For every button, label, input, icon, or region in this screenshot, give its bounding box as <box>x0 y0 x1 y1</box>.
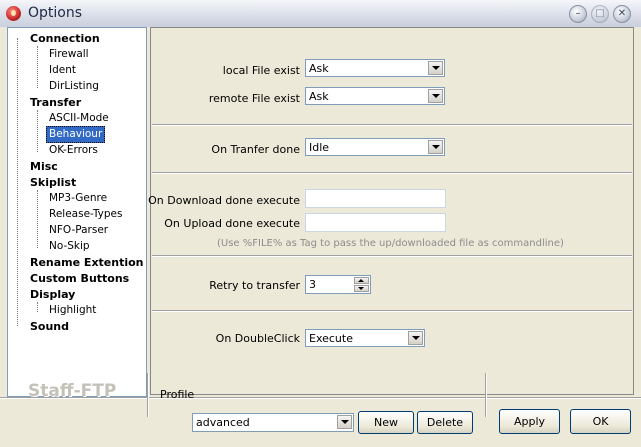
remote-file-exist-value: Ask <box>309 90 329 103</box>
tree-line <box>17 38 18 326</box>
tree-item-highlight[interactable]: Highlight <box>49 303 96 318</box>
on-download-done-input[interactable] <box>305 189 446 208</box>
close-button[interactable]: ✕ <box>613 5 631 23</box>
tree-item-release-types[interactable]: Release-Types <box>49 207 122 222</box>
on-download-done-label: On Download done execute <box>148 194 300 207</box>
tree-item-skiplist[interactable]: Skiplist <box>30 175 76 190</box>
retry-label: Retry to transfer <box>209 279 300 292</box>
on-doubleclick-label: On DoubleClick <box>215 332 300 345</box>
maximize-icon: □ <box>595 8 605 19</box>
tree-item-connection[interactable]: Connection <box>30 31 100 46</box>
local-file-exist-select[interactable]: Ask <box>305 59 445 77</box>
local-file-exist-label: local File exist <box>222 64 300 77</box>
minimize-button[interactable]: – <box>569 5 587 23</box>
maximize-button[interactable]: □ <box>591 5 609 23</box>
new-profile-button[interactable]: New <box>358 411 414 434</box>
options-tree[interactable]: Connection Firewall Ident DirListing Tra… <box>7 27 147 397</box>
tree-item-no-skip[interactable]: No-Skip <box>49 239 90 254</box>
section-divider <box>152 310 632 312</box>
options-window: Options – □ ✕ Connection Firewall Ident … <box>0 0 641 447</box>
chevron-down-icon[interactable] <box>428 89 443 103</box>
on-transfer-done-select[interactable]: Idle <box>305 138 445 156</box>
retry-value: 3 <box>309 278 316 291</box>
profile-value: advanced <box>196 416 250 429</box>
tree-item-ident[interactable]: Ident <box>49 63 76 78</box>
spinner-buttons <box>354 277 369 292</box>
ok-button[interactable]: OK <box>570 409 631 434</box>
on-upload-done-label: On Upload done execute <box>164 217 300 230</box>
minimize-icon: – <box>575 8 581 19</box>
chevron-down-icon[interactable] <box>428 61 443 75</box>
tree-item-rename-extention[interactable]: Rename Extention <box>30 255 144 270</box>
tree-item-firewall[interactable]: Firewall <box>49 47 89 62</box>
chevron-down-icon[interactable] <box>428 140 443 154</box>
on-doubleclick-select[interactable]: Execute <box>305 329 425 347</box>
title-bar[interactable]: Options – □ ✕ <box>0 0 641 28</box>
remote-file-exist-select[interactable]: Ask <box>305 87 445 105</box>
on-transfer-done-label: On Tranfer done <box>211 143 300 156</box>
chevron-down-icon[interactable] <box>337 415 352 429</box>
app-logo: Staff-FTP <box>28 381 117 401</box>
section-divider <box>152 124 632 126</box>
tree-line <box>37 46 38 88</box>
spin-up-icon[interactable] <box>354 277 369 284</box>
window-title: Options <box>28 5 83 21</box>
profile-label: Profile <box>160 388 195 401</box>
tree-line <box>37 110 38 152</box>
tree-item-transfer[interactable]: Transfer <box>30 95 81 110</box>
section-divider <box>152 255 632 257</box>
tree-line <box>37 302 38 312</box>
tree-line <box>37 190 38 248</box>
tree-item-dirlisting[interactable]: DirListing <box>49 79 99 94</box>
local-file-exist-value: Ask <box>309 62 329 75</box>
on-transfer-done-value: Idle <box>309 141 330 154</box>
remote-file-exist-label: remote File exist <box>208 92 300 105</box>
on-upload-done-input[interactable] <box>305 213 446 232</box>
retry-spinner[interactable]: 3 <box>305 275 371 294</box>
execute-hint: (Use %FILE% as Tag to pass the up/downlo… <box>217 238 564 249</box>
tree-item-nfo-parser[interactable]: NFO-Parser <box>49 223 108 238</box>
tree-item-ok-errors[interactable]: OK-Errors <box>49 143 98 158</box>
close-icon: ✕ <box>617 8 627 19</box>
apply-button[interactable]: Apply <box>499 409 560 434</box>
section-divider <box>152 172 632 174</box>
profile-select[interactable]: advanced <box>192 413 354 432</box>
app-icon <box>6 6 21 21</box>
tree-item-mp3-genre[interactable]: MP3-Genre <box>49 191 107 206</box>
tree-item-display[interactable]: Display <box>30 287 75 302</box>
tree-item-misc[interactable]: Misc <box>30 159 58 174</box>
tree-item-sound[interactable]: Sound <box>30 319 69 334</box>
delete-profile-button[interactable]: Delete <box>417 411 473 434</box>
footer-separator <box>485 373 487 417</box>
on-doubleclick-value: Execute <box>309 332 353 345</box>
chevron-down-icon[interactable] <box>408 331 423 345</box>
tree-item-ascii-mode[interactable]: ASCII-Mode <box>49 111 109 126</box>
spin-down-icon[interactable] <box>354 285 369 292</box>
tree-item-behaviour[interactable]: Behaviour <box>46 126 106 143</box>
footer-separator <box>147 373 149 417</box>
tree-item-custom-buttons[interactable]: Custom Buttons <box>30 271 129 286</box>
